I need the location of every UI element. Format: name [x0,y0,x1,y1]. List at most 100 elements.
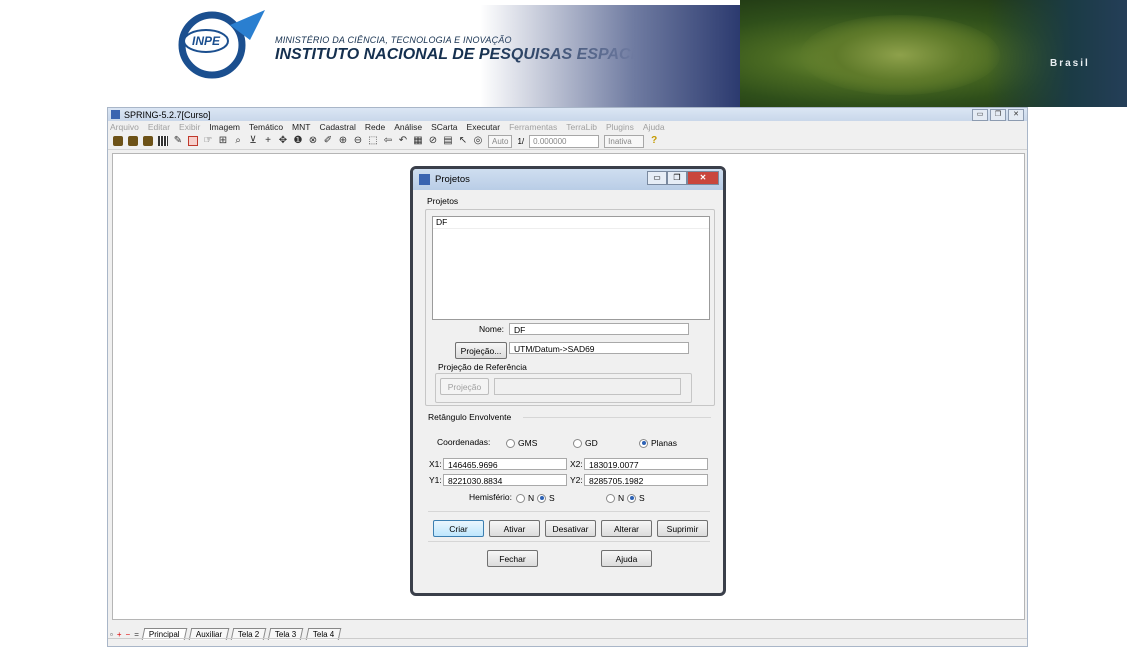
grid-icon[interactable] [158,136,168,146]
delete-button[interactable]: Suprimir [657,520,708,537]
scale-input[interactable]: 0.000000 [529,134,600,148]
state-select[interactable]: Inativa [604,134,645,148]
pan-icon[interactable]: ✥ [278,136,288,146]
zoom-search-icon[interactable]: ⌕ [233,136,243,146]
back-arrow-icon[interactable]: ⇦ [383,136,393,146]
radio-hemi1-n[interactable]: N [516,493,534,503]
pencil-icon[interactable]: ✎ [173,136,183,146]
x2-field[interactable]: 183019.0077 [584,458,708,470]
view-icon[interactable]: ◎ [473,136,483,146]
window-icon[interactable]: ▤ [443,136,453,146]
reference-projection-button[interactable]: Projeção [440,378,489,395]
projection-button[interactable]: Projeção... [455,342,507,359]
x1-label: X1: [429,459,442,469]
status-bar [108,638,1027,646]
radio-hemi2-n-dot[interactable] [606,493,615,503]
y2-field[interactable]: 8285705.1982 [584,474,708,486]
radio-hemi1-s[interactable]: S [537,493,555,503]
coordinates-label: Coordenadas: [437,437,491,447]
menu-ferramentas[interactable]: Ferramentas [509,122,557,132]
maximize-button[interactable]: ❐ [990,109,1006,121]
menu-terralib[interactable]: TerraLib [566,122,597,132]
radio-gms[interactable]: GMS [506,438,537,448]
stats-icon[interactable]: ⊞ [218,136,228,146]
menu-executar[interactable]: Executar [467,122,501,132]
projects-list[interactable]: DF [432,216,710,320]
radio-gms-label: GMS [518,438,538,448]
menu-editar[interactable]: Editar [148,122,170,132]
help-icon[interactable]: ? [649,136,659,146]
radio-hemi2-n-label: N [618,493,625,503]
select-icon[interactable]: ⊗ [308,136,318,146]
menu-mnt[interactable]: MNT [292,122,310,132]
inpe-logo-text: INPE [192,34,221,48]
zoom-mode-select[interactable]: Auto [488,134,513,148]
banner-gradient [480,5,760,107]
radio-gd-label: GD [585,438,598,448]
modify-button[interactable]: Alterar [601,520,652,537]
menu-plugins[interactable]: Plugins [606,122,634,132]
layers-icon[interactable] [143,136,153,146]
database-icon[interactable] [113,136,123,146]
menu-bar: Arquivo Editar Exibir Imagem Temático MN… [108,121,1027,133]
x2-label: X2: [570,459,583,469]
close-dialog-button[interactable]: Fechar [487,550,538,567]
projection-field[interactable]: UTM/Datum->SAD69 [509,342,689,354]
project-icon[interactable] [128,136,138,146]
menu-analise[interactable]: Análise [394,122,422,132]
zoom-dropdown-icon[interactable]: ⊘ [428,136,438,146]
pointer-icon[interactable]: ↖ [458,136,468,146]
radio-planas[interactable]: Planas [639,438,677,448]
crosshair-icon[interactable]: + [263,136,273,146]
dialog-close-button[interactable]: ✕ [687,171,719,185]
dialog-icon [419,174,430,185]
measure-icon[interactable]: ⊻ [248,136,258,146]
zoom-in-icon[interactable]: ⊕ [338,136,348,146]
y2-label: Y2: [570,475,583,485]
inpe-logo: INPE [178,10,265,79]
radio-hemi1-n-dot[interactable] [516,493,525,503]
menu-tematico[interactable]: Temático [249,122,283,132]
list-item[interactable]: DF [433,217,709,229]
menu-ajuda[interactable]: Ajuda [643,122,665,132]
help-button[interactable]: Ajuda [601,550,652,567]
radio-hemi1-s-dot[interactable] [537,493,546,503]
draw-area-icon[interactable] [188,136,198,146]
name-field[interactable]: DF [509,323,689,335]
deactivate-button[interactable]: Desativar [545,520,596,537]
radio-planas-dot[interactable] [639,438,648,448]
reference-projection-field[interactable] [494,378,681,395]
projects-group-label: Projetos [427,196,459,206]
refresh-icon[interactable]: ↶ [398,136,408,146]
radio-gms-dot[interactable] [506,438,515,448]
radio-gd[interactable]: GD [573,438,598,448]
cursor-info-icon[interactable]: ☞ [203,136,213,146]
info-icon[interactable]: ❶ [293,136,303,146]
menu-exibir[interactable]: Exibir [179,122,200,132]
minimize-button[interactable]: ▭ [972,109,988,121]
zoom-out-icon[interactable]: ⊖ [353,136,363,146]
bbox-group-label: Retângulo Envolvente [428,412,512,422]
close-button[interactable]: ✕ [1008,109,1024,121]
activate-button[interactable]: Ativar [489,520,540,537]
dialog-minimize-button[interactable]: ▭ [647,171,667,185]
projects-dialog: Projetos ▭ ❐ ✕ Projetos DF Nome: DF Proj… [410,166,726,596]
menu-scarta[interactable]: SCarta [431,122,457,132]
window-titlebar[interactable]: SPRING-5.2.7[Curso] [108,108,1027,121]
dialog-maximize-button[interactable]: ❐ [667,171,687,185]
x1-field[interactable]: 146465.9696 [443,458,567,470]
create-button[interactable]: Criar [433,520,484,537]
edit-icon[interactable]: ✐ [323,136,333,146]
menu-cadastral[interactable]: Cadastral [319,122,355,132]
radio-hemi2-s[interactable]: S [627,493,645,503]
toolbar: ✎ ☞ ⊞ ⌕ ⊻ + ✥ ❶ ⊗ ✐ ⊕ ⊖ ⬚ ⇦ ↶ ▦ ⊘ ▤ ↖ ◎ … [108,133,1027,150]
y1-field[interactable]: 8221030.8834 [443,474,567,486]
menu-arquivo[interactable]: Arquivo [110,122,139,132]
radio-gd-dot[interactable] [573,438,582,448]
zoom-area-icon[interactable]: ⬚ [368,136,378,146]
layout-icon[interactable]: ▦ [413,136,423,146]
radio-hemi2-n[interactable]: N [606,493,624,503]
radio-hemi2-s-dot[interactable] [627,493,636,503]
menu-rede[interactable]: Rede [365,122,385,132]
menu-imagem[interactable]: Imagem [209,122,240,132]
